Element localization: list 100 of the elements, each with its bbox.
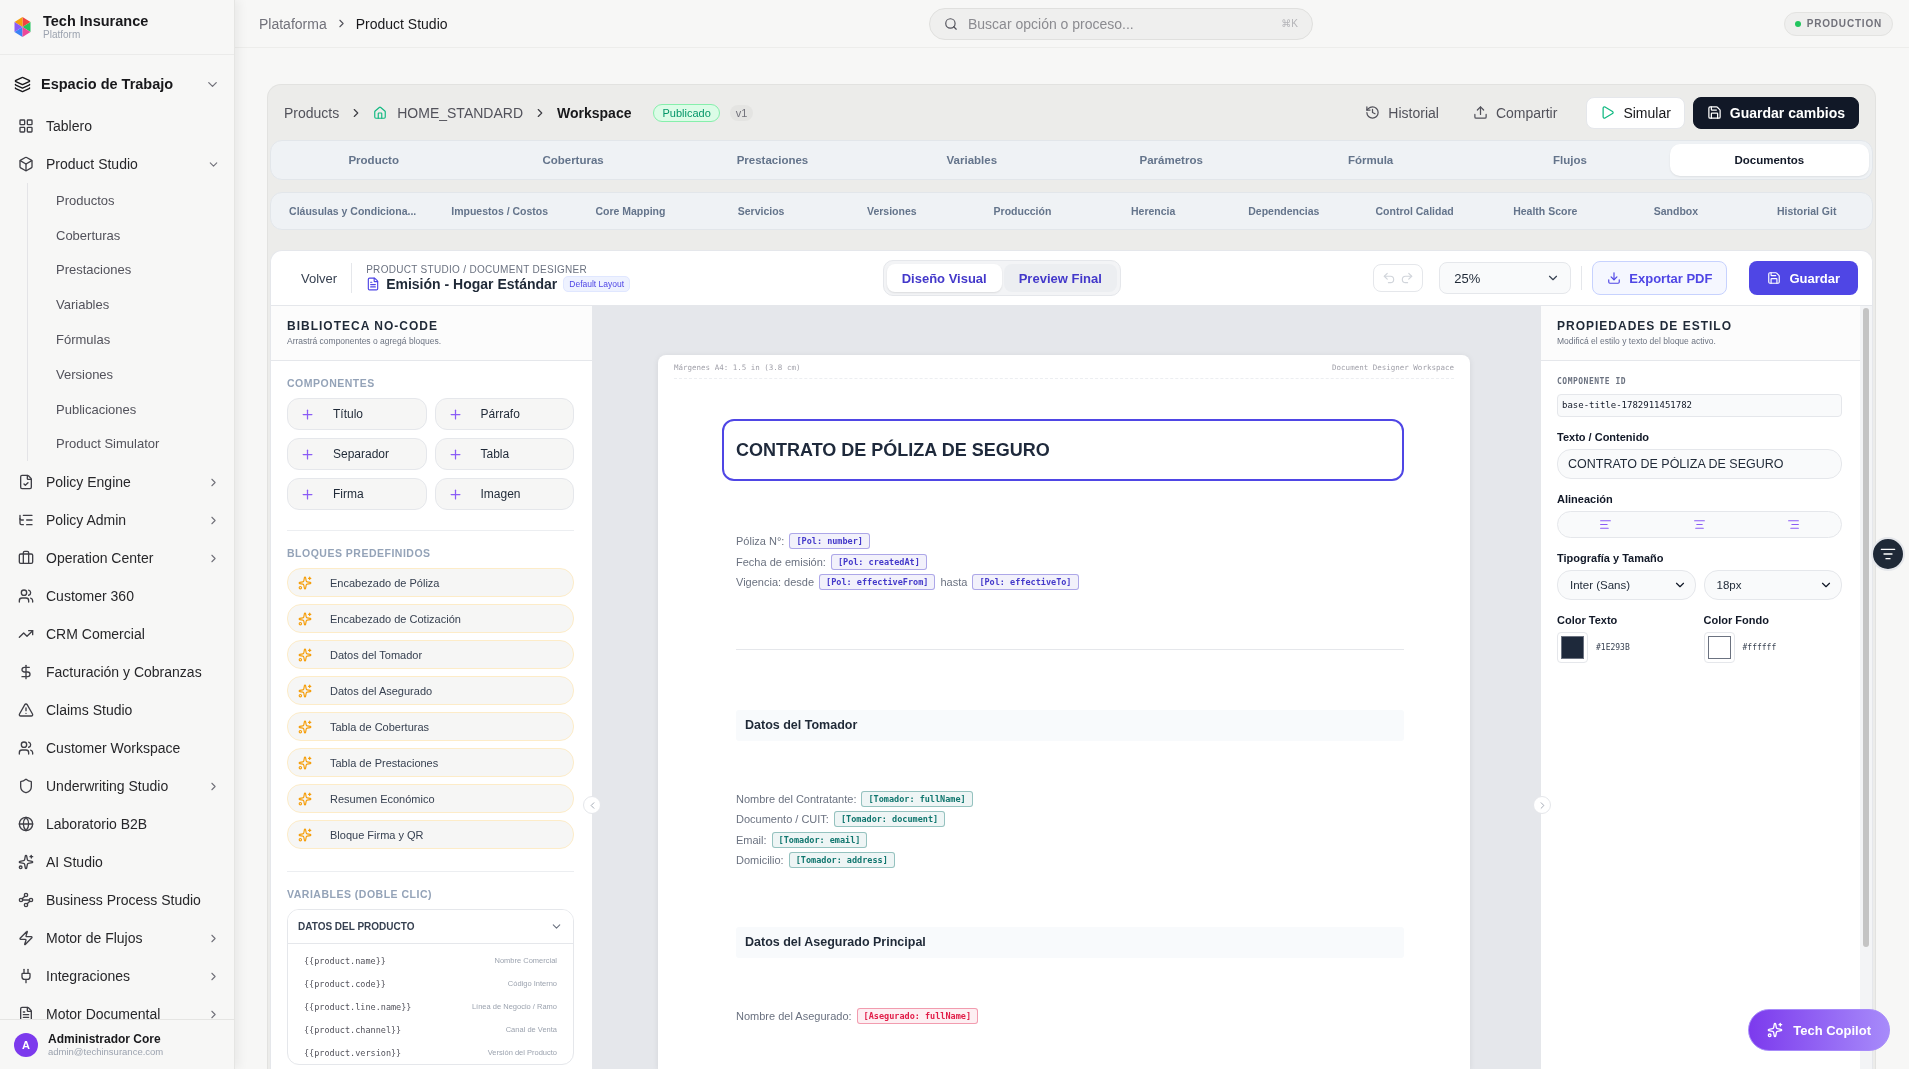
sidebar-subitem[interactable]: Product Simulator — [28, 426, 234, 462]
title-block[interactable]: CONTRATO DE PÓLIZA DE SEGURO — [722, 419, 1404, 481]
block-button[interactable]: Tabla de Prestaciones — [287, 748, 574, 777]
breadcrumb-link[interactable]: Plataforma — [259, 15, 327, 32]
font-select[interactable]: Inter (Sans) — [1557, 569, 1696, 600]
save-button[interactable]: Guardar — [1749, 261, 1858, 295]
variable-token[interactable]: {{product.version}} — [304, 1047, 402, 1058]
subtab[interactable]: Versiones — [826, 193, 958, 229]
save-changes-button[interactable]: Guardar cambios — [1692, 96, 1859, 129]
subtab[interactable]: Cláusulas y Condiciona... — [271, 193, 435, 229]
tab[interactable]: Flujos — [1470, 144, 1670, 176]
undo-icon[interactable] — [1382, 271, 1397, 285]
sidebar-subitem[interactable]: Fórmulas — [28, 322, 234, 357]
sidebar-item[interactable]: Business Process Studio — [0, 881, 234, 920]
export-pdf-button[interactable]: Exportar PDF — [1592, 261, 1728, 295]
subtab[interactable]: Sandbox — [1610, 193, 1742, 229]
subtab[interactable]: Core Mapping — [565, 193, 696, 229]
sidebar-item[interactable]: Laboratorio B2B — [0, 805, 234, 844]
subtab[interactable]: Servicios — [695, 193, 827, 229]
sidebar-item[interactable]: CRM Comercial — [0, 615, 234, 654]
search-input[interactable]: Buscar opción o proceso... — [966, 14, 1274, 33]
variable-tag[interactable]: [Tomador: email] — [771, 831, 868, 848]
component-button[interactable]: Imagen — [434, 478, 574, 510]
breadcrumb-link[interactable]: Products — [284, 104, 340, 121]
block-button[interactable]: Datos del Asegurado — [287, 676, 574, 705]
share-button[interactable]: Compartir — [1459, 96, 1571, 129]
tab[interactable]: Coberturas — [473, 144, 673, 176]
block-button[interactable]: Tabla de Coberturas — [287, 712, 574, 741]
block-button[interactable]: Bloque Firma y QR — [287, 820, 574, 849]
variable-tag[interactable]: [Tomador: address] — [788, 852, 895, 869]
section-heading[interactable]: Datos del Asegurado Principal — [736, 926, 1404, 958]
subtab[interactable]: Herencia — [1087, 193, 1219, 229]
sidebar-item[interactable]: AI Studio — [0, 843, 234, 882]
block-button[interactable]: Encabezado de Cotización — [287, 604, 574, 633]
tab[interactable]: Producto — [274, 144, 474, 176]
variable-tag[interactable]: [Asegurado: fullName] — [856, 1007, 979, 1024]
tab[interactable]: Prestaciones — [672, 144, 873, 176]
variable-tag[interactable]: [Tomador: fullName] — [861, 790, 973, 807]
mode-tab[interactable]: Preview Final — [1003, 264, 1117, 292]
variable-tag[interactable]: [Pol: number] — [789, 533, 870, 550]
sidebar-subitem[interactable]: Publicaciones — [28, 391, 234, 427]
tab[interactable]: Documentos — [1669, 144, 1869, 176]
block-button[interactable]: Encabezado de Póliza — [287, 568, 574, 597]
block-button[interactable]: Datos del Tomador — [287, 640, 574, 669]
redo-icon[interactable] — [1400, 271, 1415, 285]
sidebar-subitem[interactable]: Prestaciones — [28, 252, 234, 288]
sidebar-item[interactable]: Product Studio — [0, 145, 234, 183]
component-button[interactable]: Tabla — [434, 438, 574, 470]
sidebar-item[interactable]: Claims Studio — [0, 691, 234, 730]
collapse-left-button[interactable] — [583, 796, 601, 814]
text-content-field[interactable]: CONTRATO DE PÓLIZA DE SEGURO — [1557, 448, 1842, 479]
subtab[interactable]: Impuestos / Costos — [434, 193, 566, 229]
sidebar-subitem[interactable]: Productos — [28, 183, 234, 218]
size-select[interactable]: 18px — [1703, 569, 1842, 600]
scrollbar[interactable] — [1863, 308, 1869, 948]
sidebar-subitem[interactable]: Versiones — [28, 357, 234, 392]
workspace-section[interactable]: Espacio de Trabajo — [0, 69, 234, 99]
variable-token[interactable]: {{product.name}} — [304, 955, 386, 966]
component-id-field[interactable]: base-title-1782911451782 — [1557, 393, 1842, 417]
variable-tag[interactable]: [Pol: effectiveFrom] — [819, 574, 936, 591]
variable-token[interactable]: {{product.channel}} — [304, 1024, 402, 1035]
sidebar-item[interactable]: Motor Documental — [0, 995, 234, 1019]
back-button[interactable]: Volver — [287, 263, 353, 293]
breadcrumb-link[interactable]: HOME_STANDARD — [397, 104, 523, 121]
section-heading[interactable]: Datos del Tomador — [736, 709, 1404, 741]
variable-tag[interactable]: [Pol: effectiveTo] — [972, 574, 1079, 591]
color-swatch[interactable] — [1557, 631, 1588, 663]
component-button[interactable]: Firma — [287, 478, 427, 510]
component-button[interactable]: Separador — [287, 438, 427, 470]
variable-token[interactable]: {{product.code}} — [304, 978, 386, 989]
tab[interactable]: Variables — [872, 144, 1072, 176]
variable-tag[interactable]: [Tomador: document] — [833, 811, 946, 828]
tab[interactable]: Fórmula — [1270, 144, 1471, 176]
sidebar-item[interactable]: Policy Engine — [0, 463, 234, 502]
subtab[interactable]: Control Calidad — [1349, 193, 1480, 229]
block-button[interactable]: Resumen Económico — [287, 784, 574, 813]
sidebar-item[interactable]: Operation Center — [0, 539, 234, 578]
user-bar[interactable]: A Administrador Core admin@techinsurance.com — [0, 1019, 234, 1069]
group-header[interactable]: DATOS DEL PRODUCTO — [288, 910, 573, 944]
variable-token[interactable]: {{product.line.name}} — [304, 1001, 412, 1012]
sidebar-item[interactable]: Policy Admin — [0, 501, 234, 540]
sidebar-item[interactable]: Integraciones — [0, 957, 234, 996]
history-button[interactable]: Historial — [1352, 96, 1452, 129]
color-swatch[interactable] — [1703, 631, 1735, 663]
variable-tag[interactable]: [Pol: createdAt] — [830, 553, 927, 570]
component-button[interactable]: Párrafo — [434, 398, 574, 430]
sidebar-item[interactable]: Motor de Flujos — [0, 919, 234, 958]
copilot-button[interactable]: Tech Copilot — [1748, 1009, 1890, 1051]
subtab[interactable]: Producción — [957, 193, 1088, 229]
mode-tab[interactable]: Diseño Visual — [886, 264, 1002, 292]
sidebar-item[interactable]: Underwriting Studio — [0, 767, 234, 806]
sidebar-item[interactable]: Customer Workspace — [0, 729, 234, 768]
sidebar-subitem[interactable]: Variables — [28, 287, 234, 323]
sidebar-item[interactable]: Customer 360 — [0, 577, 234, 616]
sidebar-subitem[interactable]: Coberturas — [28, 217, 234, 253]
sidebar-item[interactable]: Facturación y Cobranzas — [0, 653, 234, 692]
simulate-button[interactable]: Simular — [1586, 96, 1685, 129]
tab[interactable]: Parámetros — [1071, 144, 1271, 176]
zoom-select[interactable]: 25% — [1439, 262, 1572, 294]
subtab[interactable]: Dependencias — [1218, 193, 1350, 229]
